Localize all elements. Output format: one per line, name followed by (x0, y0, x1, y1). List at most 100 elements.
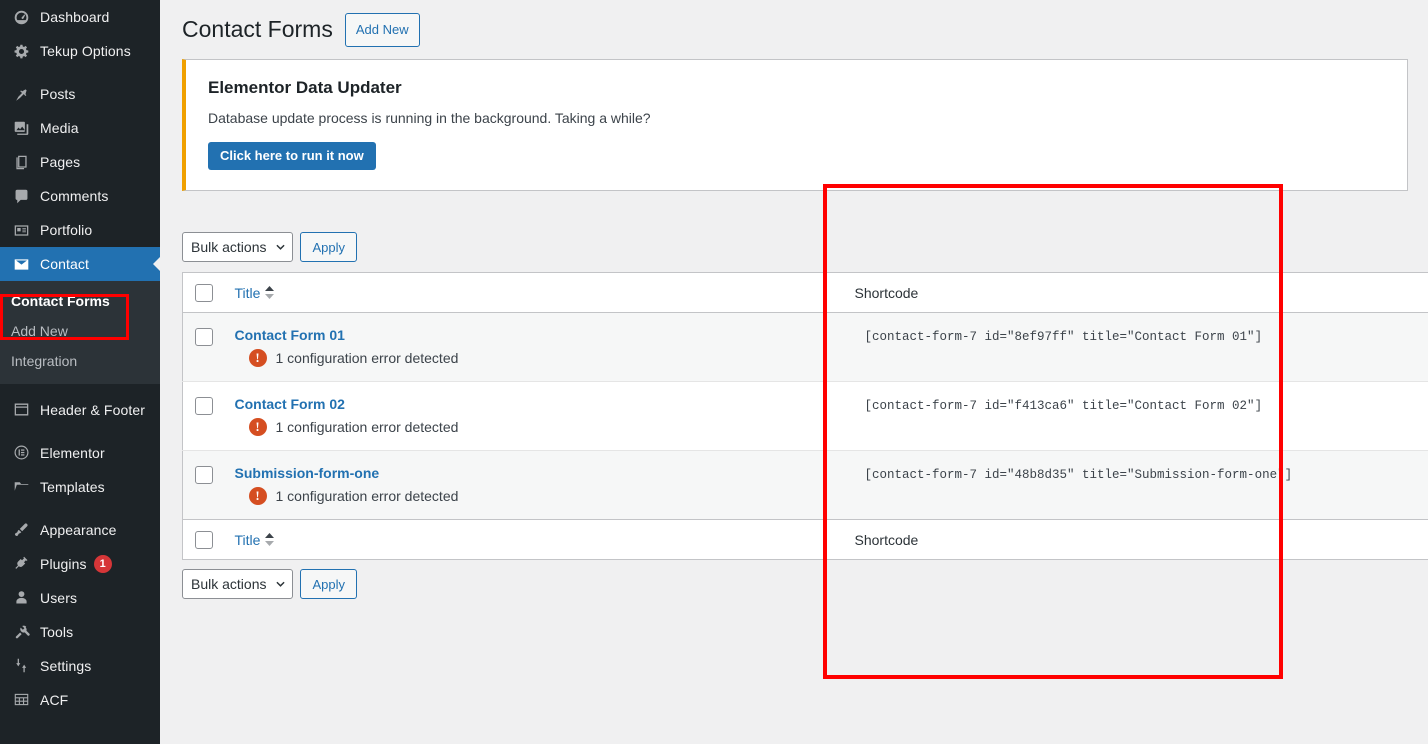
envelope-icon (11, 254, 31, 274)
sidebar-item-label: Plugins (40, 555, 87, 572)
row-shortcode-cell: [contact-form-7 id="48b8d35" title="Subm… (824, 450, 1292, 520)
row-title-cell: Contact Form 01 ! 1 configuration error … (224, 312, 825, 382)
shortcode-value[interactable]: [contact-form-7 id="8ef97ff" title="Cont… (835, 330, 1263, 344)
row-error-text: 1 configuration error detected (275, 350, 459, 367)
submenu-item-add-new[interactable]: Add New (0, 316, 160, 346)
select-all-checkbox-top[interactable] (195, 283, 213, 302)
sidebar-item-tools[interactable]: Tools (0, 615, 160, 649)
sort-indicator-icon (265, 286, 275, 300)
submenu-item-contact-forms[interactable]: Contact Forms (0, 286, 160, 316)
sidebar-item-appearance[interactable]: Appearance (0, 513, 160, 547)
shortcode-value[interactable]: [contact-form-7 id="f413ca6" title="Cont… (835, 399, 1263, 413)
title-column-footer[interactable]: Title (224, 519, 825, 560)
notice-description: Database update process is running in th… (208, 110, 651, 126)
paintbrush-icon (11, 520, 31, 540)
select-all-footer (182, 519, 225, 560)
form-title-link[interactable]: Submission-form-one (235, 465, 380, 481)
sidebar-separator (0, 504, 160, 513)
sidebar-item-label: Header & Footer (40, 401, 145, 418)
sidebar-item-label: Users (40, 589, 78, 606)
row-extra-cell (1284, 312, 1428, 382)
apply-button-top[interactable]: Apply (300, 232, 358, 263)
form-title-link[interactable]: Contact Form 01 (235, 327, 345, 343)
sidebar-item-contact[interactable]: Contact (0, 247, 160, 281)
sort-indicator-icon (265, 533, 275, 547)
table-row: Contact Form 02 ! 1 configuration error … (182, 381, 1428, 451)
sidebar-item-media[interactable]: Media (0, 111, 160, 145)
grid-icon (11, 690, 31, 710)
contact-submenu: Contact Forms Add New Integration (0, 281, 160, 384)
bulk-actions-label: Bulk actions (191, 576, 267, 593)
plug-icon (11, 554, 31, 574)
row-title-cell: Contact Form 02 ! 1 configuration error … (224, 381, 825, 451)
page-wrap: Contact Forms Add New Elementor Data Upd… (160, 0, 1428, 600)
sidebar-item-posts[interactable]: Posts (0, 77, 160, 111)
portfolio-card-icon (11, 220, 31, 240)
row-checkbox[interactable] (195, 396, 213, 415)
submenu-item-integration[interactable]: Integration (0, 346, 160, 376)
sidebar-item-acf[interactable]: ACF (0, 683, 160, 717)
title-column-label: Title (234, 531, 261, 548)
sidebar-item-elementor[interactable]: Elementor (0, 436, 160, 470)
sliders-icon (11, 656, 31, 676)
shortcode-column-header: Shortcode (824, 272, 1285, 314)
add-new-button[interactable]: Add New (344, 12, 420, 48)
extra-column-footer (1284, 519, 1428, 560)
row-checkbox[interactable] (195, 327, 213, 346)
row-error-text: 1 configuration error detected (275, 419, 459, 436)
bulk-actions-select-bottom[interactable]: Bulk actions (182, 569, 294, 600)
extra-column-header (1284, 272, 1428, 314)
sidebar-item-templates[interactable]: Templates (0, 470, 160, 504)
row-error-line: ! 1 configuration error detected (248, 487, 815, 506)
plugins-update-badge: 1 (93, 554, 112, 573)
table-head: Title Shortcode (182, 272, 1428, 314)
bulk-actions-label: Bulk actions (191, 239, 267, 256)
elementor-data-updater-notice: Elementor Data Updater Database update p… (182, 59, 1408, 192)
row-checkbox-cell (182, 312, 225, 382)
error-icon: ! (248, 349, 267, 368)
table-row: Contact Form 01 ! 1 configuration error … (182, 312, 1428, 382)
sidebar-item-label: Posts (40, 86, 76, 102)
sidebar-item-settings[interactable]: Settings (0, 649, 160, 683)
page-title: Contact Forms (182, 16, 333, 43)
apply-button-bottom[interactable]: Apply (300, 569, 358, 600)
title-column-header[interactable]: Title (224, 272, 825, 314)
sidebar-item-label: Tools (40, 623, 74, 640)
row-checkbox[interactable] (195, 465, 213, 484)
form-title-link[interactable]: Contact Form 02 (235, 396, 345, 412)
shortcode-value[interactable]: [contact-form-7 id="48b8d35" title="Subm… (835, 468, 1293, 482)
shortcode-column-footer: Shortcode (824, 519, 1285, 560)
row-shortcode-cell: [contact-form-7 id="8ef97ff" title="Cont… (824, 312, 1285, 382)
notice-title: Elementor Data Updater (208, 78, 402, 97)
select-all-checkbox-bottom[interactable] (195, 530, 213, 549)
row-checkbox-cell (182, 450, 225, 520)
pages-icon (11, 152, 31, 172)
sidebar-item-plugins[interactable]: Plugins 1 (0, 547, 160, 581)
sidebar-item-dashboard[interactable]: Dashboard (0, 0, 160, 34)
row-error-line: ! 1 configuration error detected (248, 349, 815, 368)
run-update-now-button[interactable]: Click here to run it now (208, 142, 376, 171)
dashboard-gauge-icon (11, 7, 31, 27)
pin-icon (11, 84, 31, 104)
error-icon: ! (248, 487, 267, 506)
title-column-label: Title (234, 284, 261, 301)
sidebar-item-label: Media (40, 120, 79, 136)
sidebar-separator (0, 384, 160, 393)
bulk-actions-select-top[interactable]: Bulk actions (182, 232, 294, 263)
admin-sidebar: Dashboard Tekup Options Posts Media Page… (0, 0, 160, 744)
sidebar-item-users[interactable]: Users (0, 581, 160, 615)
sidebar-item-label: Appearance (40, 521, 117, 538)
sidebar-item-comments[interactable]: Comments (0, 179, 160, 213)
row-error-text: 1 configuration error detected (275, 488, 459, 505)
sidebar-item-header-footer[interactable]: Header & Footer (0, 393, 160, 427)
media-icon (11, 118, 31, 138)
sidebar-item-tekup-options[interactable]: Tekup Options (0, 34, 160, 68)
table-foot: Title Shortcode (182, 519, 1428, 560)
sidebar-item-label: Templates (40, 478, 105, 495)
wrench-icon (11, 622, 31, 642)
table-header-row: Title Shortcode (182, 272, 1428, 314)
sidebar-item-pages[interactable]: Pages (0, 145, 160, 179)
sidebar-item-label: Settings (40, 657, 92, 674)
shortcode-column-label: Shortcode (854, 284, 919, 301)
sidebar-item-portfolio[interactable]: Portfolio (0, 213, 160, 247)
